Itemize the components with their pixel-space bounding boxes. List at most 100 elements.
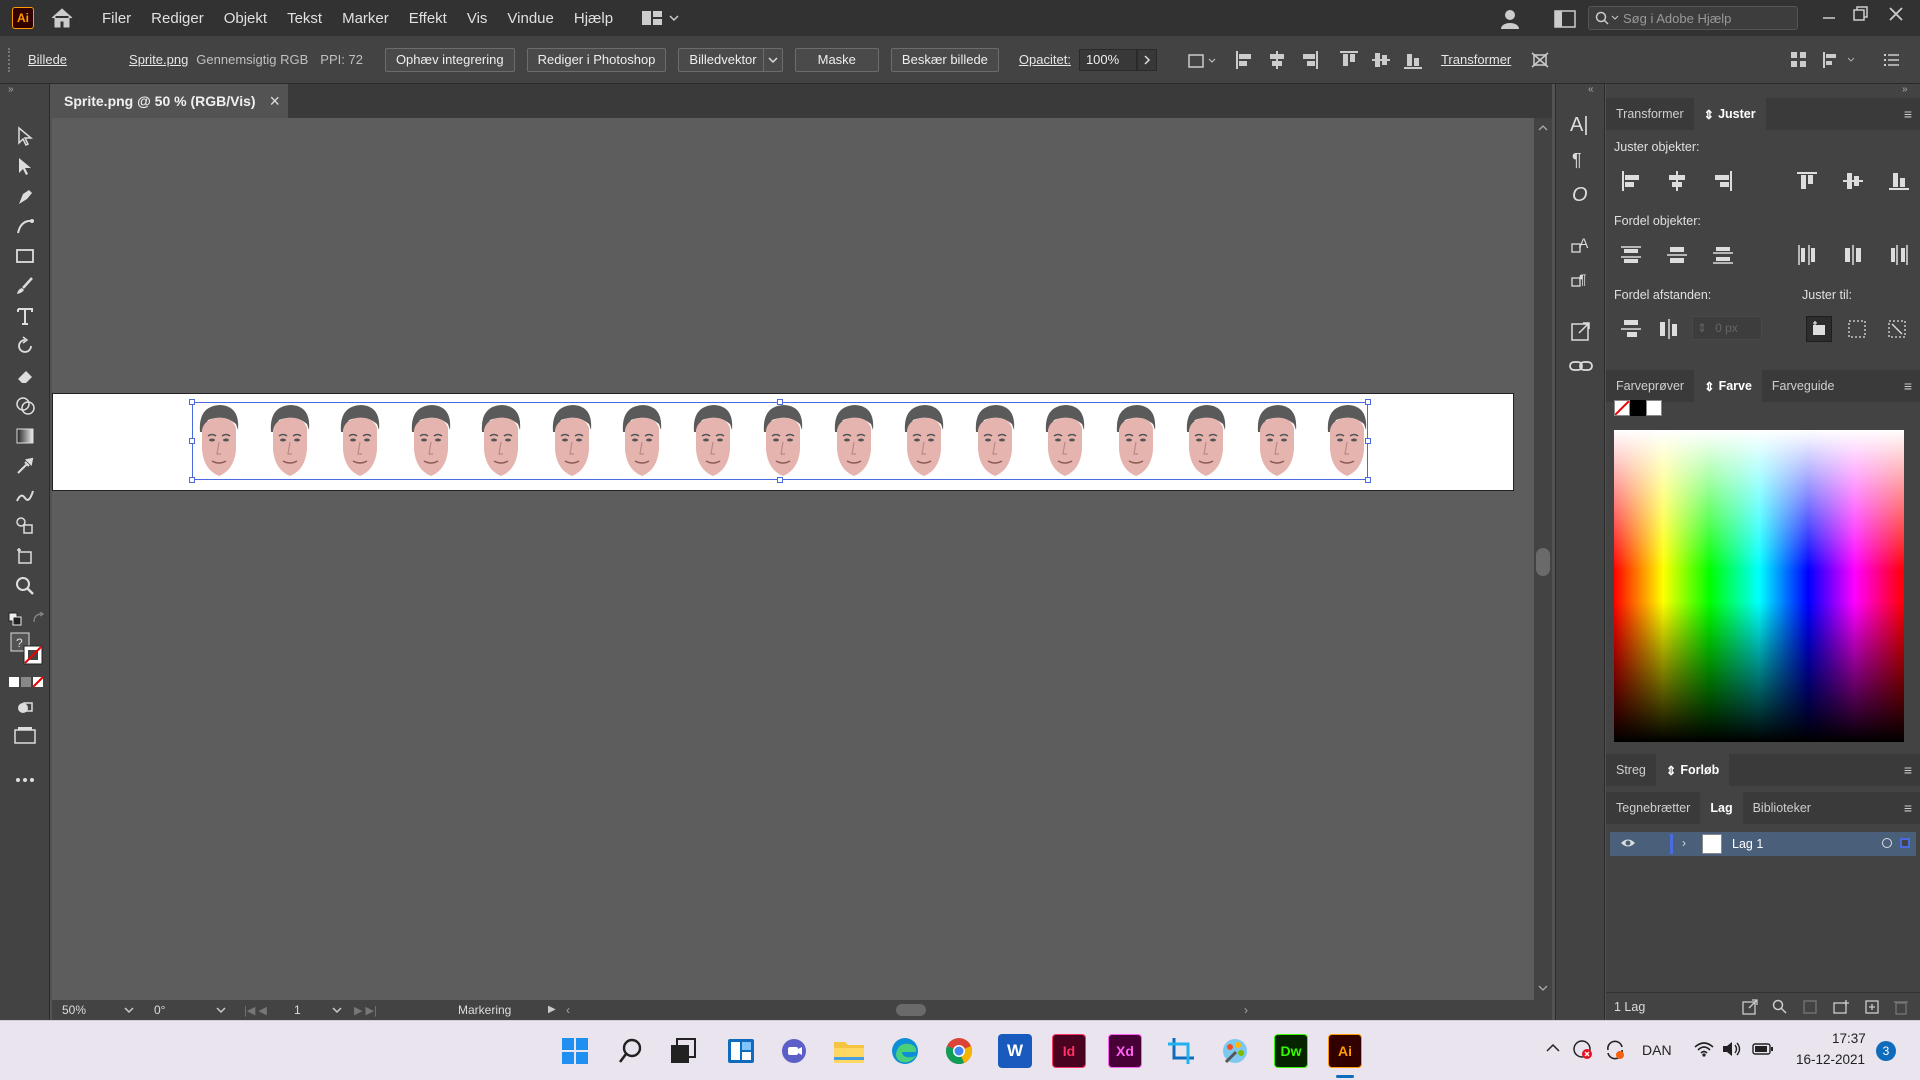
menu-marker[interactable]: Marker — [342, 10, 389, 27]
menu-objekt[interactable]: Objekt — [224, 10, 267, 27]
opacity-label[interactable]: Opacitet: — [1019, 52, 1071, 67]
resize-handle-bottom[interactable] — [777, 477, 783, 483]
illustrator-icon[interactable]: Ai — [1328, 1034, 1362, 1068]
image-trace-button[interactable]: Billedvektor — [678, 47, 783, 72]
gradient-tool-icon[interactable] — [12, 424, 38, 448]
tab-stroke[interactable]: Streg — [1606, 754, 1656, 786]
align-right-icon[interactable] — [1299, 50, 1319, 70]
file-explorer-icon[interactable] — [832, 1034, 866, 1068]
direct-selection-tool-icon[interactable] — [12, 154, 38, 178]
chevron-right-icon[interactable] — [1136, 48, 1157, 71]
type-tool-icon[interactable] — [12, 304, 38, 328]
workspace-switcher-icon[interactable] — [641, 10, 679, 26]
collapse-dock-icon[interactable]: » — [1902, 84, 1908, 95]
dreamweaver-icon[interactable]: Dw — [1274, 1034, 1308, 1068]
home-icon[interactable] — [50, 7, 74, 29]
align-left-edges-icon[interactable] — [1620, 170, 1642, 192]
color-spectrum[interactable] — [1614, 430, 1904, 742]
minimize-icon[interactable] — [1822, 8, 1836, 24]
task-view-icon[interactable] — [666, 1034, 700, 1068]
chat-icon[interactable] — [778, 1034, 812, 1068]
rotation-dropdown-icon[interactable] — [216, 1006, 226, 1014]
clipping-mask-icon[interactable] — [1802, 999, 1818, 1015]
align-vertical-center-icon[interactable] — [1371, 50, 1391, 70]
panel-menu-icon[interactable] — [1884, 53, 1900, 67]
mask-button[interactable]: Maske — [794, 47, 879, 72]
distribute-left-icon[interactable] — [1796, 244, 1818, 266]
sync-icon[interactable] — [1604, 1039, 1626, 1061]
wifi-icon[interactable] — [1694, 1041, 1714, 1057]
zoom-tool-icon[interactable] — [12, 574, 38, 598]
indesign-icon[interactable]: Id — [1052, 1034, 1086, 1068]
new-layer-icon[interactable] — [1864, 999, 1880, 1015]
artboard-dropdown-icon[interactable] — [332, 1006, 342, 1014]
links-panel-icon[interactable] — [1568, 358, 1594, 374]
rotate-tool-icon[interactable] — [12, 334, 38, 358]
collapse-strip-icon[interactable]: « — [1588, 84, 1594, 95]
eyedropper-tool-icon[interactable] — [12, 454, 38, 478]
tab-color-guide[interactable]: Farveguide — [1762, 370, 1845, 402]
menu-tekst[interactable]: Tekst — [287, 10, 322, 27]
rectangle-tool-icon[interactable] — [12, 244, 38, 268]
resize-handle-top-right[interactable] — [1365, 399, 1371, 405]
distribute-bottom-icon[interactable] — [1712, 244, 1734, 266]
tab-gradient[interactable]: ⇕ Forløb — [1655, 754, 1730, 786]
tab-libraries[interactable]: Biblioteker — [1743, 792, 1821, 824]
menu-rediger[interactable]: Rediger — [151, 10, 204, 27]
drawing-modes-icon[interactable] — [12, 696, 38, 720]
paragraph-styles-icon[interactable]: ¶ — [1570, 268, 1592, 290]
puppet-warp-tool-icon[interactable] — [12, 484, 38, 508]
curvature-tool-icon[interactable] — [12, 214, 38, 238]
paint-icon[interactable] — [1218, 1034, 1252, 1068]
last-artboard-icon[interactable]: ▶ ▶| — [354, 1004, 377, 1017]
panel-toggle-icon[interactable] — [1554, 10, 1576, 28]
align-bottom-edges-icon[interactable] — [1888, 170, 1910, 192]
chevron-down-icon[interactable] — [762, 48, 782, 71]
distribute-top-icon[interactable] — [1620, 244, 1642, 266]
crop-artwork-icon[interactable] — [1529, 50, 1551, 70]
scroll-up-icon[interactable] — [1538, 124, 1548, 132]
language-indicator[interactable]: DAN — [1642, 1042, 1672, 1058]
align-right-edges-icon[interactable] — [1712, 170, 1734, 192]
eraser-tool-icon[interactable] — [12, 364, 38, 388]
character-panel-icon[interactable]: A| — [1570, 114, 1589, 137]
align-top-edges-icon[interactable] — [1796, 170, 1818, 192]
horizontal-distribute-space-icon[interactable] — [1658, 318, 1680, 340]
fill-stroke-swatch-icon[interactable]: ? — [10, 632, 44, 666]
color-panel-menu-icon[interactable]: ≡ — [1904, 378, 1912, 394]
scroll-down-icon[interactable] — [1538, 984, 1548, 992]
vertical-scrollbar[interactable] — [1534, 118, 1552, 1000]
align-center-horizontal-icon[interactable] — [1666, 170, 1688, 192]
resize-handle-bottom-left[interactable] — [189, 477, 195, 483]
status-menu-icon[interactable]: ▶ — [548, 1004, 556, 1015]
opentype-panel-icon[interactable]: O — [1572, 184, 1588, 207]
locate-object-icon[interactable] — [1772, 999, 1788, 1015]
xd-icon[interactable]: Xd — [1108, 1034, 1142, 1068]
layers-panel-menu-icon[interactable]: ≡ — [1904, 800, 1912, 816]
delete-layer-icon[interactable] — [1894, 999, 1908, 1015]
none-color-swatch[interactable] — [1614, 400, 1630, 416]
tab-artboards[interactable]: Tegnebrætter — [1606, 792, 1700, 824]
layer-name[interactable]: Lag 1 — [1732, 837, 1763, 851]
align-to-key-object-icon[interactable] — [1846, 318, 1868, 340]
menu-effekt[interactable]: Effekt — [409, 10, 447, 27]
distribute-right-icon[interactable] — [1888, 244, 1910, 266]
close-window-icon[interactable] — [1888, 6, 1904, 22]
start-icon[interactable] — [558, 1034, 592, 1068]
screen-mode-icon[interactable] — [12, 724, 38, 748]
selection-bounding-box[interactable] — [189, 399, 1371, 483]
scroll-right-icon[interactable]: › — [1244, 1003, 1248, 1017]
collapse-toolbar-icon[interactable]: » — [8, 84, 14, 95]
distribute-icon[interactable] — [1822, 51, 1858, 69]
scroll-left-icon[interactable]: ‹ — [566, 1003, 570, 1017]
distribute-horizontal-center-icon[interactable] — [1842, 244, 1864, 266]
user-account-icon[interactable] — [1498, 7, 1522, 31]
menu-hjaelp[interactable]: Hjælp — [574, 10, 613, 27]
align-to-artboard-icon[interactable] — [1886, 318, 1908, 340]
edit-in-photoshop-button[interactable]: Rediger i Photoshop — [526, 47, 667, 72]
menu-filer[interactable]: Filer — [102, 10, 131, 27]
notification-badge[interactable]: 3 — [1876, 1041, 1896, 1061]
document-tab[interactable]: Sprite.png @ 50 % (RGB/Vis) × — [52, 84, 288, 118]
vertical-distribute-space-icon[interactable] — [1620, 318, 1642, 340]
align-panel-menu-icon[interactable]: ≡ — [1904, 106, 1912, 122]
